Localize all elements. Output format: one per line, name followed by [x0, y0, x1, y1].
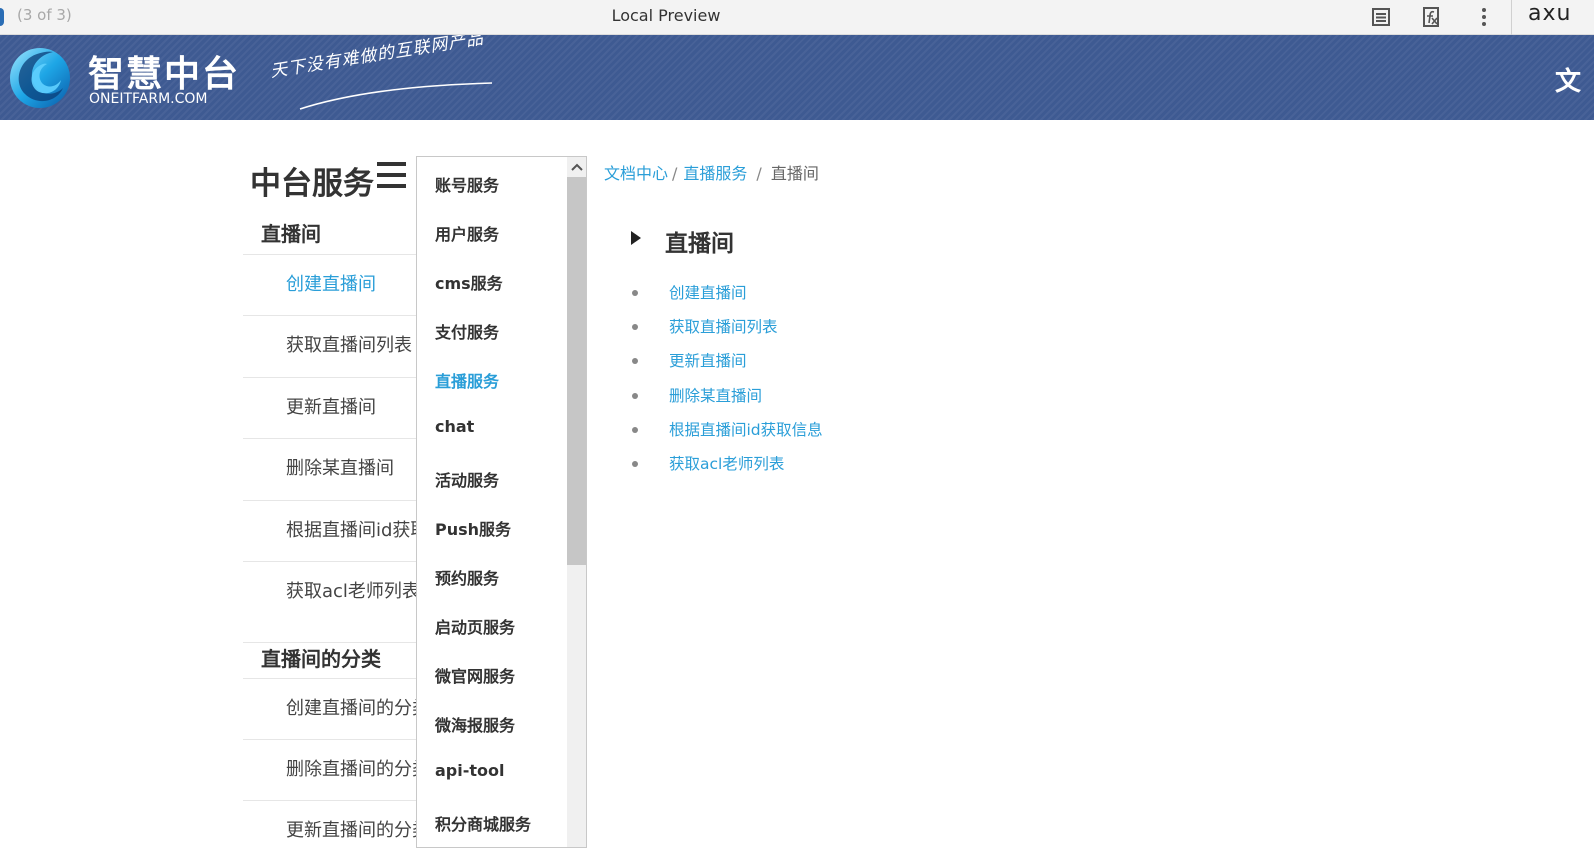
menu-toggle-button[interactable] [377, 162, 406, 195]
service-dropdown: 账号服务 用户服务 cms服务 支付服务 直播服务 chat 活动服务 Push… [416, 156, 587, 848]
slogan-swoosh [299, 82, 493, 110]
notes-icon [1372, 8, 1390, 26]
more-button[interactable] [1471, 4, 1497, 30]
breadcrumb-current: 直播间 [770, 164, 819, 183]
hamburger-icon-bar [377, 184, 406, 188]
page-title: 直播间 [665, 231, 734, 257]
breadcrumb-section[interactable]: 直播服务 [683, 164, 747, 183]
sidebar-item[interactable]: 获取直播间列表 [243, 315, 418, 376]
brand-logo: axu [1528, 1, 1572, 26]
sidebar-group-title: 直播间的分类 [243, 642, 418, 672]
sidebar-item[interactable]: 更新直播间 [243, 377, 418, 438]
dropdown-item[interactable]: 用户服务 [435, 221, 499, 245]
caret-right-icon [631, 231, 641, 245]
api-link[interactable]: 获取acl老师列表 [629, 452, 823, 486]
dropdown-item[interactable]: 活动服务 [435, 467, 499, 491]
scrollbar-thumb[interactable] [567, 177, 586, 565]
bullet-icon [632, 392, 638, 399]
scroll-up-button[interactable] [567, 157, 586, 177]
dropdown-item[interactable]: 积分商城服务 [435, 811, 531, 835]
dropdown-item[interactable]: Push服务 [435, 516, 511, 540]
site-domain: ONEITFARM.COM [89, 91, 208, 107]
bullet-icon [632, 324, 638, 331]
dropdown-item[interactable]: 支付服务 [435, 319, 499, 343]
api-link-label[interactable]: 创建直播间 [669, 284, 747, 302]
sidebar-item[interactable]: 获取acl老师列表 [243, 561, 418, 622]
bullet-icon [632, 358, 638, 365]
api-link-label[interactable]: 获取acl老师列表 [669, 455, 784, 473]
api-link[interactable]: 更新直播间 [629, 349, 823, 383]
sidebar-title: 中台服务 [250, 166, 374, 202]
dropdown-item[interactable]: 启动页服务 [435, 614, 515, 638]
api-link[interactable]: 创建直播间 [629, 281, 823, 315]
notes-button[interactable] [1368, 4, 1394, 30]
sidebar-item[interactable]: 创建直播间 [243, 254, 418, 315]
dropdown-item[interactable]: api-tool [435, 761, 505, 780]
sidebar-item[interactable]: 删除某直播间 [243, 438, 418, 499]
api-link-label[interactable]: 根据直播间id获取信息 [669, 421, 823, 439]
bullet-icon [632, 426, 638, 433]
hamburger-icon-bar [377, 173, 406, 177]
function-icon [1423, 7, 1439, 27]
site-name: 智慧中台 [88, 54, 241, 95]
breadcrumb-home[interactable]: 文档中心 [604, 164, 668, 183]
swirl-logo-icon [10, 48, 70, 108]
bullet-icon [632, 460, 638, 467]
api-link-label[interactable]: 获取直播间列表 [669, 318, 778, 336]
preview-toolbar: (3 of 3) Local Preview axu [0, 0, 1594, 35]
breadcrumb: 文档中心 / 直播服务 / 直播间 [604, 160, 819, 184]
sidebar-item[interactable]: 更新直播间的分类 [243, 800, 418, 861]
chevron-up-icon [571, 163, 583, 171]
dropdown-item[interactable]: cms服务 [435, 270, 503, 294]
function-button[interactable] [1419, 4, 1445, 30]
window-title: Local Preview [611, 6, 721, 25]
api-link[interactable]: 根据直播间id获取信息 [629, 418, 823, 452]
site-header: 智慧中台 ONEITFARM.COM 天下没有难做的互联网产品 文 [0, 35, 1594, 120]
sidebar-group-title: 直播间 [261, 222, 321, 246]
bullet-icon [632, 290, 638, 296]
api-link-label[interactable]: 更新直播间 [669, 352, 747, 370]
header-right-text: 文 [1555, 67, 1582, 97]
api-link[interactable]: 删除某直播间 [629, 384, 823, 418]
sidebar-item[interactable]: 删除直播间的分类 [243, 739, 418, 800]
toolbar-divider [1511, 0, 1512, 35]
dropdown-item[interactable]: 微海报服务 [435, 712, 515, 736]
breadcrumb-separator: / [672, 164, 678, 183]
more-vertical-icon [1482, 8, 1486, 26]
api-link[interactable]: 获取直播间列表 [629, 315, 823, 349]
dropdown-item[interactable]: 账号服务 [435, 172, 499, 196]
dropdown-item[interactable]: 微官网服务 [435, 663, 515, 687]
api-link-list: 创建直播间 获取直播间列表 更新直播间 删除某直播间 根据直播间id获取信息 获… [629, 281, 823, 486]
sidebar-item[interactable]: 创建直播间的分类 [243, 678, 418, 739]
breadcrumb-separator: / [756, 164, 762, 183]
api-link-label[interactable]: 删除某直播间 [669, 387, 762, 405]
dropdown-item[interactable]: chat [435, 417, 474, 436]
sidebar-item[interactable]: 根据直播间id获取信息 [243, 500, 418, 561]
dropdown-item[interactable]: 直播服务 [435, 368, 499, 392]
dropdown-item[interactable]: 预约服务 [435, 565, 499, 589]
hamburger-icon [377, 162, 406, 166]
